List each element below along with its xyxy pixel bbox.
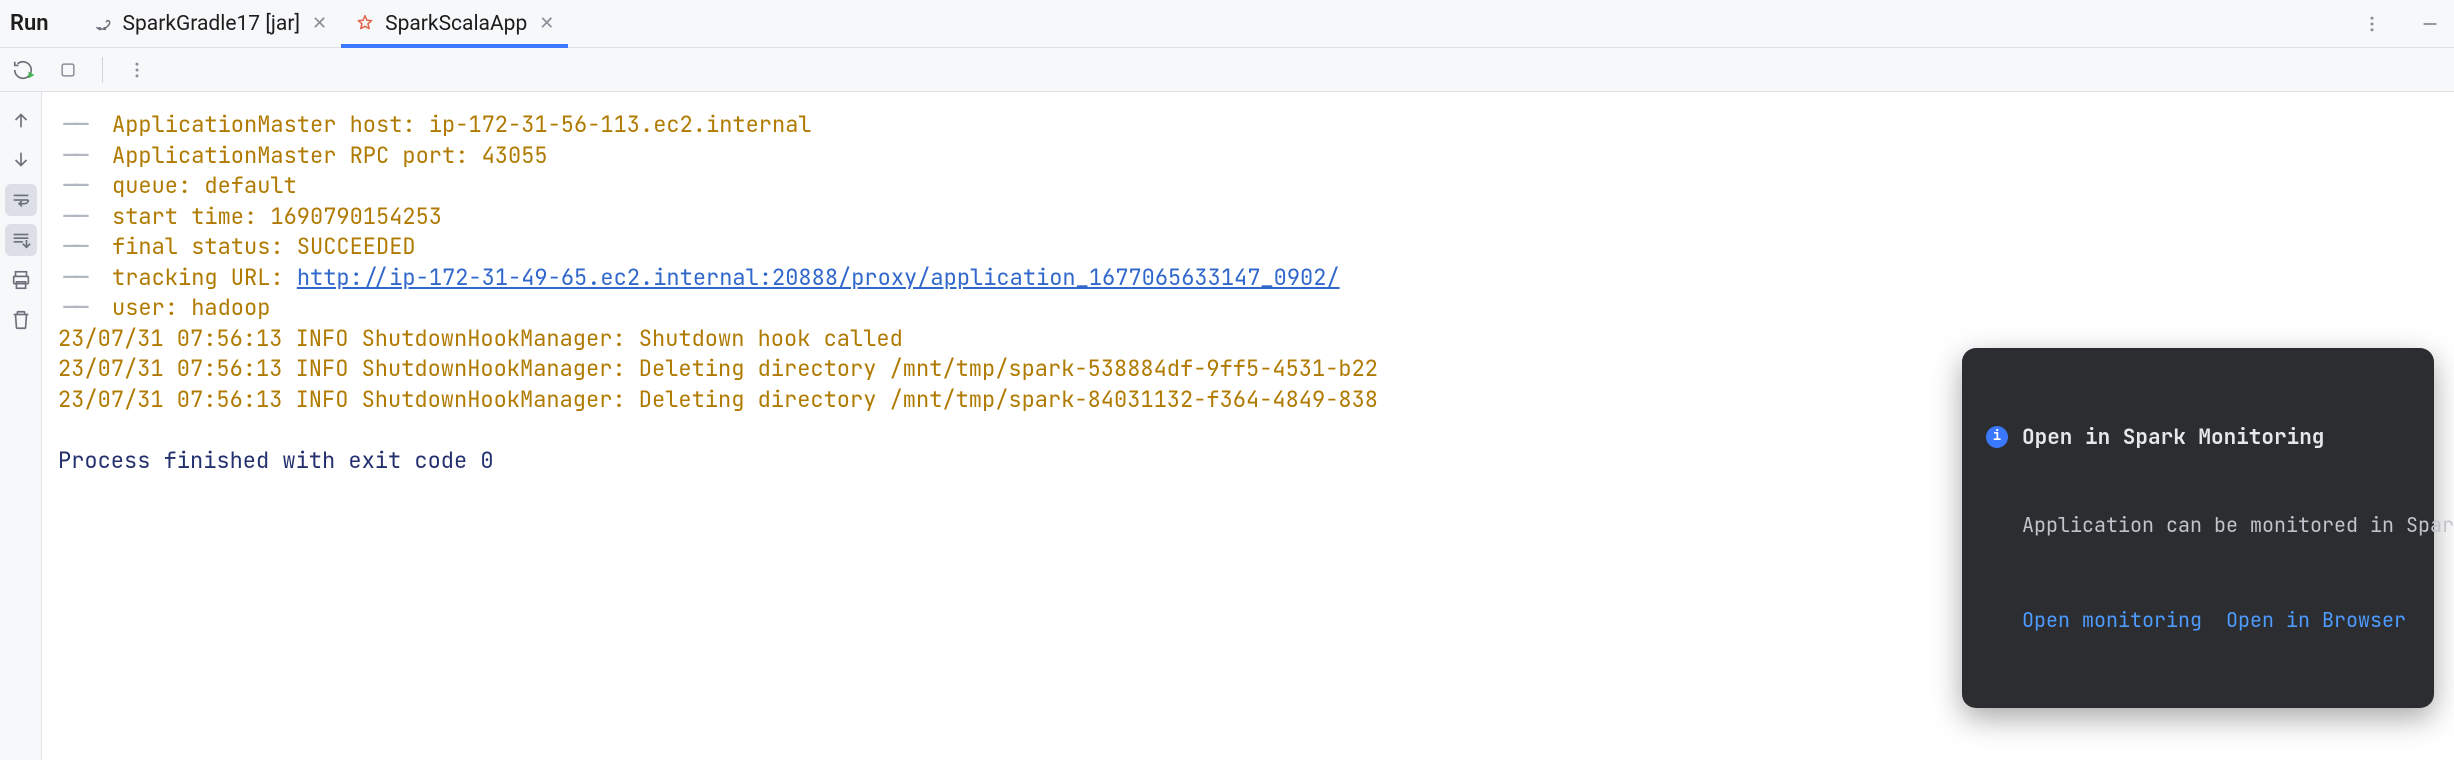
log-text: queue: default [112,171,297,200]
log-text: 23/07/31 07:56:13 INFO ShutdownHookManag… [58,354,1378,383]
close-icon[interactable]: ✕ [312,13,327,34]
main-area: ── ApplicationMaster host: ip-172-31-56-1… [0,92,2454,760]
tab-sparkgradle17[interactable]: SparkGradle17 [jar] ✕ [79,0,342,47]
tab-strip-right [2358,10,2444,38]
log-line: ── ApplicationMaster host: ip-172-31-56-1… [58,110,2438,141]
spark-icon [355,14,375,34]
scroll-down-icon[interactable] [5,144,37,176]
log-text: final status: SUCCEEDED [112,232,416,261]
info-icon: i [1986,426,2008,448]
notification-body: Application can be monitored in Spark Hi… [2022,512,2410,539]
log-text: ApplicationMaster host: ip-172-31-56-113… [112,110,812,139]
log-line: ── user: hadoop [58,293,2438,324]
indent-marker: ── [58,263,92,294]
tab-label: SparkScalaApp [385,12,527,36]
gradle-icon [93,14,113,34]
trash-icon[interactable] [5,304,37,336]
close-icon[interactable]: ✕ [539,13,554,34]
panel-label: Run [10,11,49,36]
log-line: ── start time: 1690790154253 [58,202,2438,233]
log-text: 23/07/31 07:56:13 INFO ShutdownHookManag… [58,385,1378,414]
log-line: ── queue: default [58,171,2438,202]
minimize-icon[interactable] [2416,10,2444,38]
tab-strip: Run SparkGradle17 [jar] ✕ SparkScalaApp … [0,0,2454,48]
indent-marker: ── [58,110,92,141]
finish-text: Process finished with exit code 0 [58,446,494,475]
log-text: ApplicationMaster RPC port: 43055 [112,141,548,170]
notification-toast: i Open in Spark Monitoring Application c… [1962,348,2434,708]
log-text: user: hadoop [112,293,270,322]
log-line: ── ApplicationMaster RPC port: 43055 [58,141,2438,172]
indent-marker: ── [58,202,92,233]
scroll-up-icon[interactable] [5,104,37,136]
print-icon[interactable] [5,264,37,296]
indent-marker: ── [58,293,92,324]
open-monitoring-link[interactable]: Open monitoring [2022,607,2202,634]
log-line: ── final status: SUCCEEDED [58,232,2438,263]
indent-marker: ── [58,232,92,263]
scroll-to-end-icon[interactable] [5,224,37,256]
log-text: 23/07/31 07:56:13 INFO ShutdownHookManag… [58,324,903,353]
stop-icon[interactable] [54,56,82,84]
notification-title: Open in Spark Monitoring [2022,424,2324,452]
open-in-browser-link[interactable]: Open in Browser [2226,607,2406,634]
indent-marker: ── [58,141,92,172]
console-output[interactable]: ── ApplicationMaster host: ip-172-31-56-1… [42,92,2454,760]
more-vert-icon[interactable] [2358,10,2386,38]
indent-marker: ── [58,171,92,202]
tracking-url-link[interactable]: http://ip-172-31-49-65.ec2.internal:2088… [297,263,1340,292]
console-toolbar [0,48,2454,92]
log-line: ── tracking URL: http://ip-172-31-49-65.e… [58,263,2438,294]
tab-sparkscalaapp[interactable]: SparkScalaApp ✕ [341,0,568,47]
log-prefix: tracking URL: [112,263,297,292]
more-vert-icon[interactable] [123,56,151,84]
soft-wrap-icon[interactable] [5,184,37,216]
tab-label: SparkGradle17 [jar] [123,12,300,36]
gutter [0,92,42,760]
log-text: start time: 1690790154253 [112,202,442,231]
rerun-icon[interactable] [10,56,38,84]
toolbar-divider [102,57,103,83]
